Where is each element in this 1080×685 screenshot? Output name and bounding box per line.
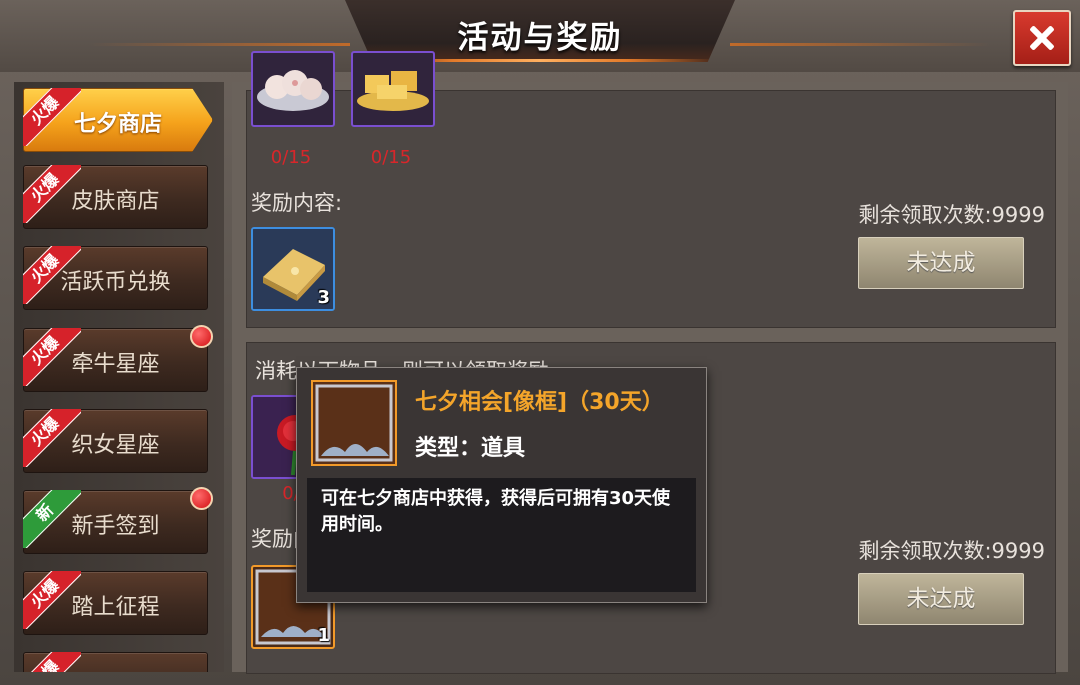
- pastry-icon: [357, 71, 429, 111]
- item-quantity: 3: [317, 287, 330, 308]
- sidebar-item-label: 七夕商店: [73, 112, 162, 137]
- sidebar-item-label: 皮肤商店: [71, 189, 160, 214]
- header-decoration-left: [90, 43, 350, 46]
- remaining-claims: 剩余领取次数:9999: [858, 539, 1045, 563]
- sidebar-item-qixi-shop[interactable]: 火爆 七夕商店: [23, 88, 213, 152]
- sidebar-item-vega[interactable]: 火爆 织女星座: [23, 409, 208, 473]
- sidebar-item-journey[interactable]: 火爆 踏上征程: [23, 571, 208, 635]
- sidebar-item-label: 踏上征程: [71, 595, 160, 620]
- tooltip-description: 可在七夕商店中获得，获得后可拥有30天使用时间。: [321, 488, 671, 535]
- tooltip-title: 七夕相会[像框]（30天）: [415, 390, 664, 415]
- notification-dot: [190, 487, 213, 510]
- reward-item-case[interactable]: 3: [251, 227, 335, 311]
- notification-dot: [190, 325, 213, 348]
- cake-plate-icon: [257, 70, 329, 111]
- sidebar-item-label: 活跃币兑换: [60, 270, 171, 295]
- item-progress: 0/15: [270, 147, 312, 168]
- sidebar-item-more[interactable]: 火爆: [23, 652, 208, 672]
- remaining-claims: 剩余领取次数:9999: [858, 203, 1045, 227]
- item-quantity: 1: [317, 625, 330, 646]
- item-progress: 0/15: [370, 147, 412, 168]
- reward-label: 奖励内容:: [251, 191, 343, 215]
- sidebar-item-active-coin-exchange[interactable]: 火爆 活跃币兑换: [23, 246, 208, 310]
- sidebar-item-label: 新手签到: [71, 514, 160, 539]
- tooltip-type: 类型：道具: [415, 436, 526, 461]
- claim-button[interactable]: 未达成: [858, 237, 1024, 289]
- claim-button[interactable]: 未达成: [858, 573, 1024, 625]
- sidebar-item-label: 织女星座: [71, 433, 160, 458]
- header-decoration-right: [730, 43, 990, 46]
- activity-sidebar: 火爆 七夕商店 火爆 皮肤商店 火爆 活跃币兑换 火爆 牵牛星座 火爆 织女星座…: [14, 82, 224, 672]
- sidebar-item-altair[interactable]: 火爆 牵牛星座: [23, 325, 213, 392]
- sidebar-item-skin-shop[interactable]: 火爆 皮肤商店: [23, 165, 208, 229]
- consume-item-pastry[interactable]: [351, 51, 435, 127]
- sidebar-item-newbie-signin[interactable]: 新 新手签到: [23, 487, 213, 554]
- item-tooltip: 七夕相会[像框]（30天） 类型：道具 可在七夕商店中获得，获得后可拥有30天使…: [296, 367, 707, 603]
- hot-ribbon: 火爆: [23, 652, 81, 672]
- reward-card: 0/15 0/15 奖励内容: 3 剩余领取次数:9999 未达成: [246, 51, 1056, 328]
- header-bar: 活动与奖励: [0, 0, 1080, 72]
- close-icon[interactable]: [1013, 10, 1071, 66]
- sidebar-item-label: 牵牛星座: [71, 352, 160, 377]
- consume-item-cakes[interactable]: [251, 51, 335, 127]
- tooltip-description-box: 可在七夕商店中获得，获得后可拥有30天使用时间。: [307, 478, 696, 592]
- tooltip-item-frame: [311, 380, 397, 466]
- photo-frame-icon: [315, 384, 393, 462]
